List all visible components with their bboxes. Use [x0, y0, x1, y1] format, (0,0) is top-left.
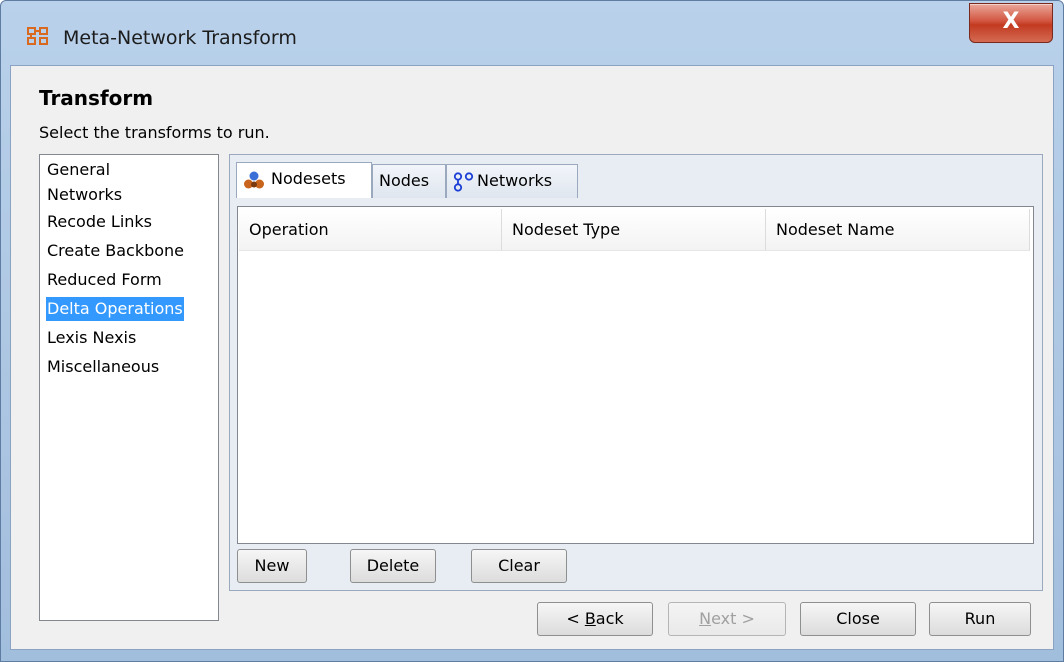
- back-button-prefix: <: [566, 609, 585, 628]
- back-button-mnemonic: B: [584, 609, 596, 628]
- tab-nodes[interactable]: Nodes: [372, 164, 446, 198]
- back-button[interactable]: < Back: [537, 602, 653, 636]
- close-window-button[interactable]: X: [969, 3, 1053, 43]
- window-title: Meta-Network Transform: [63, 27, 297, 49]
- category-item-delta-operations[interactable]: Delta Operations: [46, 297, 184, 321]
- category-item-create-backbone[interactable]: Create Backbone: [46, 239, 185, 263]
- tab-nodesets[interactable]: Nodesets: [236, 162, 372, 198]
- category-item-recode-links[interactable]: Recode Links: [46, 210, 153, 234]
- tab-nodes-label: Nodes: [379, 171, 430, 190]
- dialog-window: Meta-Network Transform X Transform Selec…: [0, 0, 1064, 662]
- column-header-nodeset-name[interactable]: Nodeset Name: [766, 209, 1030, 251]
- app-icon: [27, 27, 48, 45]
- nodesets-icon: [244, 171, 264, 189]
- page-instructions: Select the transforms to run.: [39, 123, 270, 142]
- delete-button[interactable]: Delete: [350, 549, 436, 583]
- category-item-miscellaneous[interactable]: Miscellaneous: [46, 355, 160, 379]
- new-button[interactable]: New: [237, 549, 307, 583]
- category-item-lexis-nexis[interactable]: Lexis Nexis: [46, 326, 137, 350]
- category-item-general[interactable]: General: [46, 158, 111, 182]
- transform-category-list[interactable]: General Networks Recode Links Create Bac…: [39, 154, 219, 621]
- next-button-mnemonic: N: [699, 609, 712, 628]
- column-header-operation[interactable]: Operation: [239, 209, 502, 251]
- clear-button[interactable]: Clear: [471, 549, 567, 583]
- next-button-rest: ext >: [711, 609, 755, 628]
- column-header-nodeset-type[interactable]: Nodeset Type: [502, 209, 766, 251]
- nodeset-operations-table[interactable]: Operation Nodeset Type Nodeset Name: [237, 206, 1034, 544]
- category-item-networks[interactable]: Networks: [46, 183, 123, 207]
- category-item-reduced-form[interactable]: Reduced Form: [46, 268, 163, 292]
- next-button[interactable]: Next >: [668, 602, 786, 636]
- page-title: Transform: [39, 86, 154, 110]
- run-button[interactable]: Run: [929, 602, 1031, 636]
- close-button[interactable]: Close: [800, 602, 916, 636]
- dialog-content: Transform Select the transforms to run. …: [10, 65, 1054, 650]
- network-icon: [453, 172, 474, 192]
- back-button-rest: ack: [595, 609, 624, 628]
- tab-nodesets-label: Nodesets: [271, 169, 346, 188]
- title-bar[interactable]: Meta-Network Transform X: [1, 1, 1063, 65]
- tab-networks[interactable]: Networks: [446, 164, 578, 198]
- tab-networks-label: Networks: [477, 171, 553, 190]
